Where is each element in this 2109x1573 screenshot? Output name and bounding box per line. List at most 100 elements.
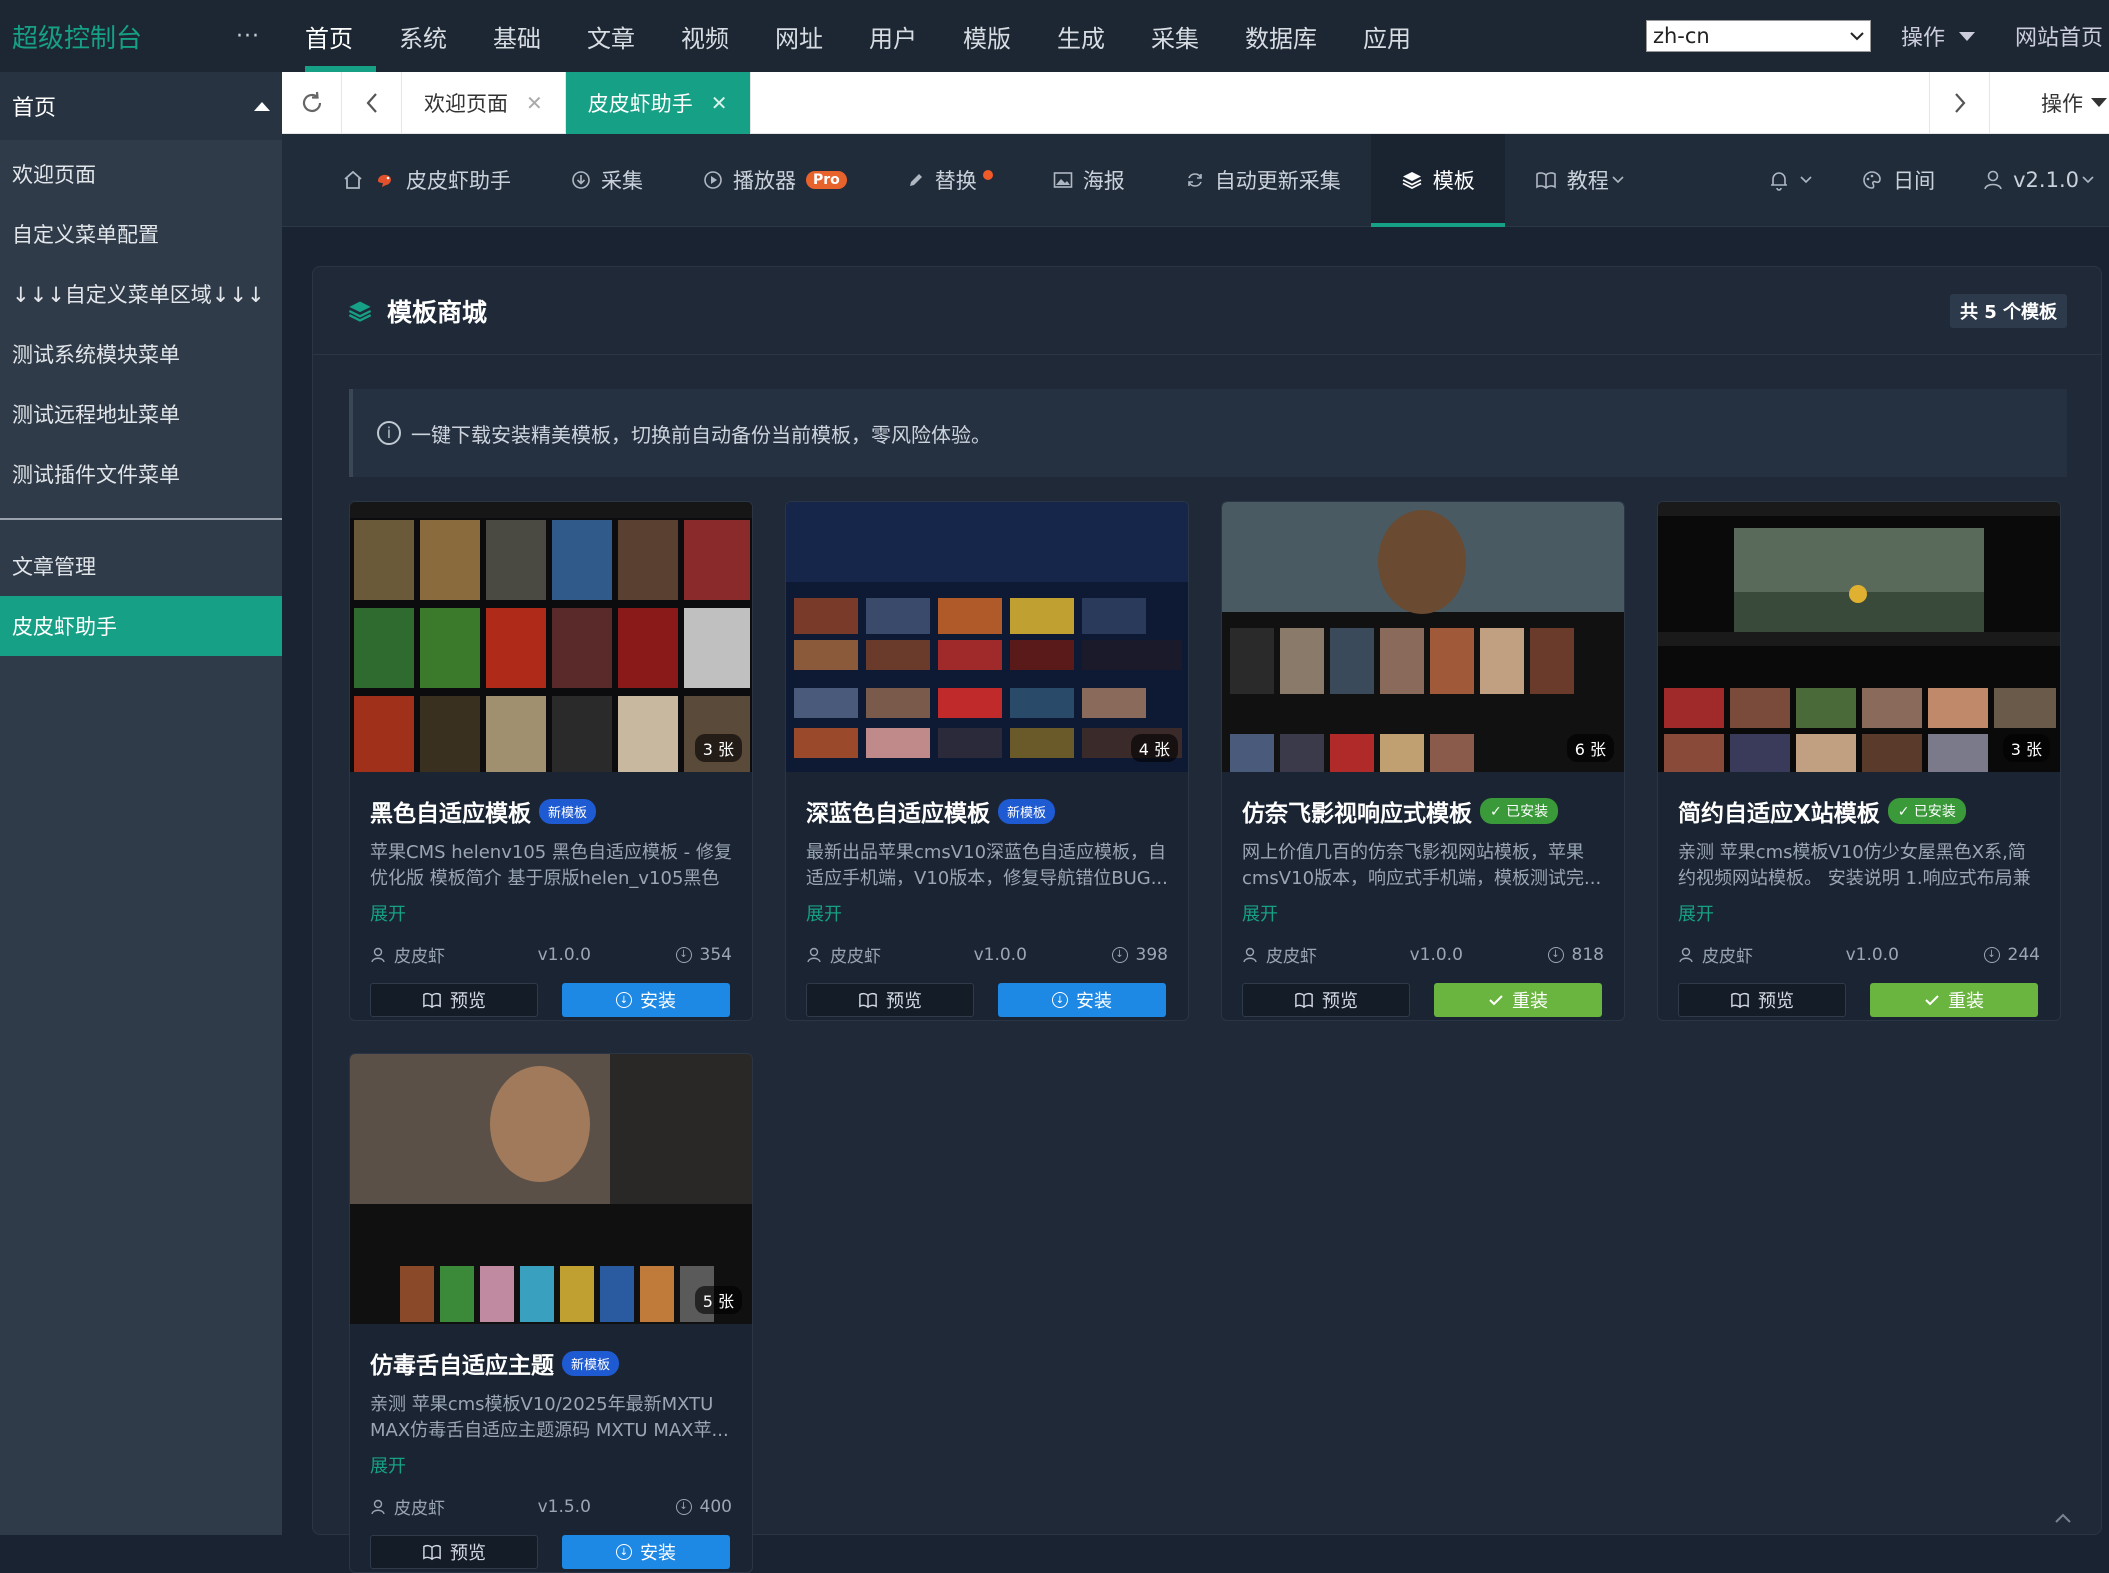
- expand-link[interactable]: 展开: [786, 894, 1188, 926]
- top-nav-template[interactable]: 模版: [940, 0, 1034, 72]
- download-count: ↓ 400: [675, 1496, 732, 1517]
- expand-link[interactable]: 展开: [1222, 894, 1624, 926]
- top-nav-url[interactable]: 网址: [752, 0, 846, 72]
- new-template-tag: 新模板: [539, 798, 597, 824]
- template-thumbnail[interactable]: 4 张: [786, 502, 1188, 772]
- template-thumbnail[interactable]: 5 张: [350, 1054, 752, 1324]
- plugin-nav-player[interactable]: 播放器 Pro: [673, 134, 877, 227]
- sidebar-item-custom-menu-area[interactable]: ↓↓↓自定义菜单区域↓↓↓: [0, 264, 282, 324]
- author: 皮皮虾: [806, 942, 974, 967]
- plugin-nav-right: 日间 v2.1.0: [1745, 134, 2109, 227]
- template-preview-image: [786, 502, 1188, 772]
- template-card: 4 张 深蓝色自适应模板 新模板 最新出品苹果cmsV10深蓝色自适应模板，自适…: [785, 501, 1189, 1021]
- language-select[interactable]: zh-cn: [1645, 20, 1871, 52]
- plugin-nav-replace[interactable]: 替换: [877, 134, 1023, 227]
- layers-icon: [1402, 172, 1422, 190]
- close-icon[interactable]: ✕: [526, 91, 543, 115]
- top-nav-basic[interactable]: 基础: [470, 0, 564, 72]
- plugin-nav-collect[interactable]: 采集: [541, 134, 673, 227]
- caret-down-icon: [2091, 98, 2107, 107]
- preview-button[interactable]: 预览: [370, 983, 538, 1017]
- preview-button[interactable]: 预览: [1242, 983, 1410, 1017]
- chevron-up-icon: [2055, 1513, 2071, 1523]
- close-icon[interactable]: ✕: [711, 91, 728, 115]
- top-nav-user[interactable]: 用户: [846, 0, 940, 72]
- download-count-value: 354: [699, 944, 732, 965]
- download-count-value: 400: [699, 1496, 732, 1517]
- template-thumbnail[interactable]: 6 张: [1222, 502, 1624, 772]
- theme-toggle-button[interactable]: 日间: [1837, 134, 1959, 227]
- sync-icon: [1187, 173, 1202, 187]
- sidebar-header[interactable]: 首页: [0, 72, 282, 140]
- book-icon: [423, 1544, 441, 1561]
- brand: 超级控制台 ···: [0, 18, 282, 55]
- tab-operate-menu[interactable]: 操作: [1989, 71, 2109, 134]
- download-icon: ↓: [675, 946, 692, 963]
- preview-button[interactable]: 预览: [1678, 983, 1846, 1017]
- chevron-down-icon: [2082, 176, 2094, 184]
- preview-button[interactable]: 预览: [806, 983, 974, 1017]
- scroll-to-top-button[interactable]: [2054, 1508, 2072, 1529]
- plugin-nav-home-label: 皮皮虾助手: [406, 169, 511, 193]
- top-nav-article[interactable]: 文章: [564, 0, 658, 72]
- site-home-link[interactable]: 网站首页: [2015, 20, 2103, 52]
- image-count-badge: 3 张: [694, 734, 742, 762]
- new-template-tag: 新模板: [998, 798, 1056, 824]
- sidebar-item-test-system-module[interactable]: 测试系统模块菜单: [0, 324, 282, 384]
- template-description: 亲测 苹果cms模板V10仿少女屋黑色X系,简约视频网站模板。 安装说明 1.响…: [1678, 842, 2031, 889]
- template-title: 黑色自适应模板: [370, 801, 531, 827]
- top-nav-apps[interactable]: 应用: [1340, 0, 1434, 72]
- top-nav-generate[interactable]: 生成: [1034, 0, 1128, 72]
- download-count-value: 818: [1571, 944, 1604, 965]
- more-menu-icon[interactable]: ···: [236, 24, 260, 49]
- pencil-icon: [909, 174, 922, 186]
- preview-button[interactable]: 预览: [370, 1535, 538, 1569]
- top-nav-database[interactable]: 数据库: [1222, 0, 1340, 72]
- sidebar-item-test-plugin-file[interactable]: 测试插件文件菜单: [0, 444, 282, 504]
- expand-link[interactable]: 展开: [350, 894, 752, 926]
- plugin-nav-auto-update[interactable]: 自动更新采集: [1155, 134, 1371, 227]
- plugin-nav-poster[interactable]: 海报: [1023, 134, 1155, 227]
- reinstall-button[interactable]: 重装: [1434, 983, 1602, 1017]
- top-nav-home[interactable]: 首页: [282, 0, 376, 72]
- top-nav-collect[interactable]: 采集: [1128, 0, 1222, 72]
- sidebar-item-test-remote-url[interactable]: 测试远程地址菜单: [0, 384, 282, 444]
- plugin-nav-home[interactable]: 皮皮虾助手: [282, 134, 541, 227]
- tab-prev-button[interactable]: [342, 71, 402, 134]
- version-menu[interactable]: v2.1.0: [1959, 134, 2109, 227]
- brand-title[interactable]: 超级控制台: [12, 18, 142, 55]
- template-thumbnail[interactable]: 3 张: [350, 502, 752, 772]
- top-nav-system[interactable]: 系统: [376, 0, 470, 72]
- sidebar-item-pipixia[interactable]: 皮皮虾助手: [0, 596, 282, 656]
- plugin-nav-tutorial[interactable]: 教程: [1505, 134, 1655, 227]
- sidebar-item-custom-menu-config[interactable]: 自定义菜单配置: [0, 204, 282, 264]
- template-meta: 皮皮虾 v1.0.0 ↓ 818: [1222, 926, 1624, 967]
- expand-link[interactable]: 展开: [350, 1446, 752, 1478]
- tab-pipixia[interactable]: 皮皮虾助手 ✕: [565, 71, 751, 134]
- refresh-button[interactable]: [282, 71, 342, 134]
- sidebar-item-article-manage[interactable]: 文章管理: [0, 536, 282, 596]
- reinstall-button[interactable]: 重装: [1870, 983, 2038, 1017]
- book-icon: [1731, 992, 1749, 1009]
- sidebar-item-welcome[interactable]: 欢迎页面: [0, 144, 282, 204]
- install-button[interactable]: ↓ 安装: [998, 983, 1166, 1017]
- template-card: 5 张 仿毒舌自适应主题 新模板 亲测 苹果cms模板V10/2025年最新MX…: [349, 1053, 753, 1573]
- download-count: ↓ 354: [675, 944, 732, 965]
- install-button[interactable]: ↓ 安装: [562, 1535, 730, 1569]
- tab-operate-label: 操作: [2041, 91, 2083, 116]
- template-title-row: 深蓝色自适应模板 新模板: [786, 772, 1188, 828]
- home-icon: [344, 170, 362, 189]
- installed-tag: ✓ 已安装: [1480, 798, 1559, 824]
- expand-link[interactable]: 展开: [1658, 894, 2060, 926]
- image-count-badge: 6 张: [1566, 734, 1614, 762]
- tab-welcome[interactable]: 欢迎页面 ✕: [402, 71, 566, 134]
- template-thumbnail[interactable]: 3 张: [1658, 502, 2060, 772]
- notification-bell-button[interactable]: [1745, 134, 1837, 227]
- plugin-nav-template[interactable]: 模板: [1370, 133, 1505, 227]
- tab-next-button[interactable]: [1929, 71, 1989, 134]
- top-nav-video[interactable]: 视频: [658, 0, 752, 72]
- operate-menu[interactable]: 操作: [1901, 20, 1975, 52]
- install-button[interactable]: ↓ 安装: [562, 983, 730, 1017]
- play-circle-icon: [704, 171, 722, 189]
- install-label: 安装: [640, 1543, 676, 1564]
